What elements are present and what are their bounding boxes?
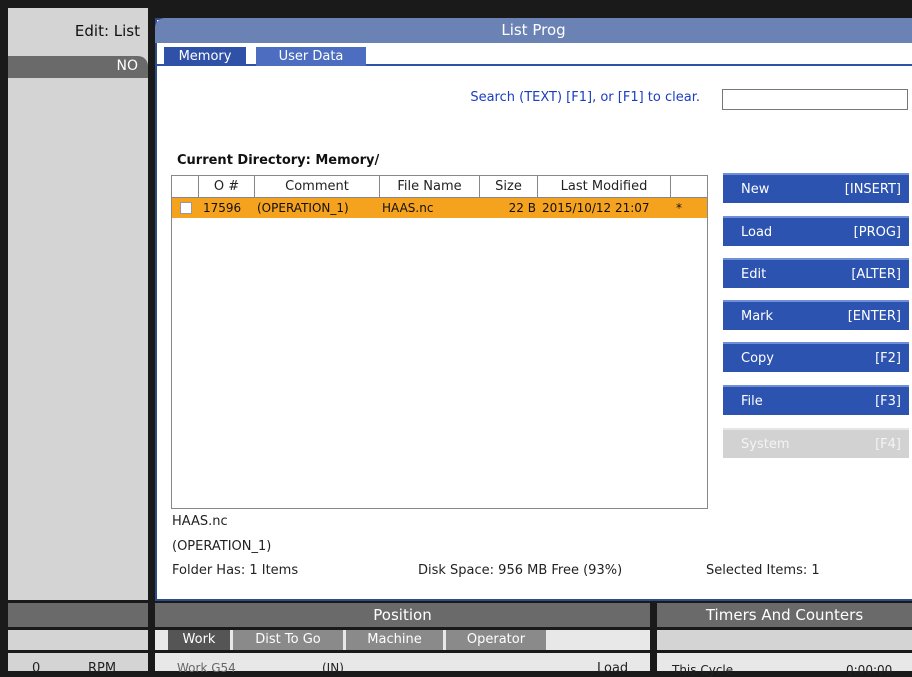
current-directory: Current Directory: Memory/ xyxy=(177,153,380,168)
new-button[interactable]: New [INSERT] xyxy=(723,173,909,203)
table-row[interactable]: 17596 (OPERATION_1) HAAS.nc 22 B 2015/10… xyxy=(172,198,707,218)
left-panel xyxy=(8,8,148,600)
search-input[interactable] xyxy=(722,89,908,110)
file-button-label: File xyxy=(741,393,763,409)
file-button-key: [F3] xyxy=(875,393,901,409)
cell-last-modified: 2015/10/12 21:07 xyxy=(542,201,650,215)
column-header-onum[interactable]: O # xyxy=(199,176,255,198)
column-header-flag xyxy=(671,176,707,198)
timers-panel-strip xyxy=(657,630,912,650)
window-title: List Prog xyxy=(155,18,912,43)
column-header-file-name[interactable]: File Name xyxy=(380,176,480,198)
disk-space: Disk Space: 956 MB Free (93%) xyxy=(418,563,623,578)
tab-memory[interactable]: Memory xyxy=(164,47,246,66)
mode-subtitle: NO xyxy=(8,56,148,78)
spindle-speed-value: 0 xyxy=(32,661,41,676)
cell-onum: 17596 xyxy=(203,201,242,215)
column-header-select xyxy=(172,176,199,198)
column-header-last-modified[interactable]: Last Modified xyxy=(538,176,671,198)
cell-size: 22 B xyxy=(508,201,536,215)
mark-button-label: Mark xyxy=(741,308,774,324)
spindle-panel-strip xyxy=(8,630,148,650)
column-header-size[interactable]: Size xyxy=(480,176,538,198)
selected-file-name: HAAS.nc xyxy=(172,514,228,529)
load-button[interactable]: Load [PROG] xyxy=(723,216,909,246)
units-label: (IN) xyxy=(322,661,344,675)
position-tab-bar: Work Dist To Go Machine Operator xyxy=(155,630,650,650)
mode-title: Edit: List xyxy=(8,18,148,48)
system-button-key: [F4] xyxy=(875,436,901,452)
copy-button[interactable]: Copy [F2] xyxy=(723,342,909,372)
timers-row: This Cycle 0:00:00 xyxy=(657,653,912,677)
new-button-label: New xyxy=(741,181,770,197)
new-button-key: [INSERT] xyxy=(844,181,901,197)
tab-work[interactable]: Work xyxy=(168,630,230,650)
tab-operator[interactable]: Operator xyxy=(446,630,546,650)
folder-count: Folder Has: 1 Items xyxy=(172,563,299,578)
row-checkbox[interactable] xyxy=(180,202,192,214)
system-button-label: System xyxy=(741,436,790,452)
load-button-label: Load xyxy=(741,224,773,240)
file-table: O # Comment File Name Size Last Modified… xyxy=(171,175,708,509)
spindle-speed-unit: RPM xyxy=(88,661,117,676)
copy-button-label: Copy xyxy=(741,350,774,366)
column-header-comment[interactable]: Comment xyxy=(255,176,380,198)
this-cycle-label: This Cycle xyxy=(672,663,734,677)
selected-file-comment: (OPERATION_1) xyxy=(172,539,272,554)
tab-user-data[interactable]: User Data xyxy=(256,47,366,66)
file-button[interactable]: File [F3] xyxy=(723,385,909,415)
selected-items: Selected Items: 1 xyxy=(706,563,820,578)
spindle-panel-header xyxy=(8,603,148,627)
this-cycle-value: 0:00:00 xyxy=(846,663,893,677)
mark-button[interactable]: Mark [ENTER] xyxy=(723,300,909,330)
timers-panel-title: Timers And Counters xyxy=(657,603,912,627)
tab-machine[interactable]: Machine xyxy=(346,630,443,650)
position-panel-title: Position xyxy=(155,603,650,627)
search-hint: Search (TEXT) [F1], or [F1] to clear. xyxy=(470,90,700,105)
edit-button-label: Edit xyxy=(741,266,767,282)
edit-button-key: [ALTER] xyxy=(851,266,901,282)
spindle-row: 0 RPM xyxy=(8,653,148,676)
position-row: Work G54 (IN) Load xyxy=(155,653,650,676)
load-button-key: [PROG] xyxy=(853,224,901,240)
tab-bar: Memory User Data xyxy=(157,47,912,66)
load-label: Load xyxy=(597,661,629,676)
tab-dist-to-go[interactable]: Dist To Go xyxy=(233,630,343,650)
cell-flag: * xyxy=(676,201,682,215)
edit-button[interactable]: Edit [ALTER] xyxy=(723,258,909,288)
copy-button-key: [F2] xyxy=(875,350,901,366)
system-button[interactable]: System [F4] xyxy=(723,428,909,458)
cell-comment: (OPERATION_1) xyxy=(257,201,349,215)
mark-button-key: [ENTER] xyxy=(847,308,901,324)
cell-file-name: HAAS.nc xyxy=(382,201,434,215)
work-offset-label: Work G54 xyxy=(177,661,236,675)
